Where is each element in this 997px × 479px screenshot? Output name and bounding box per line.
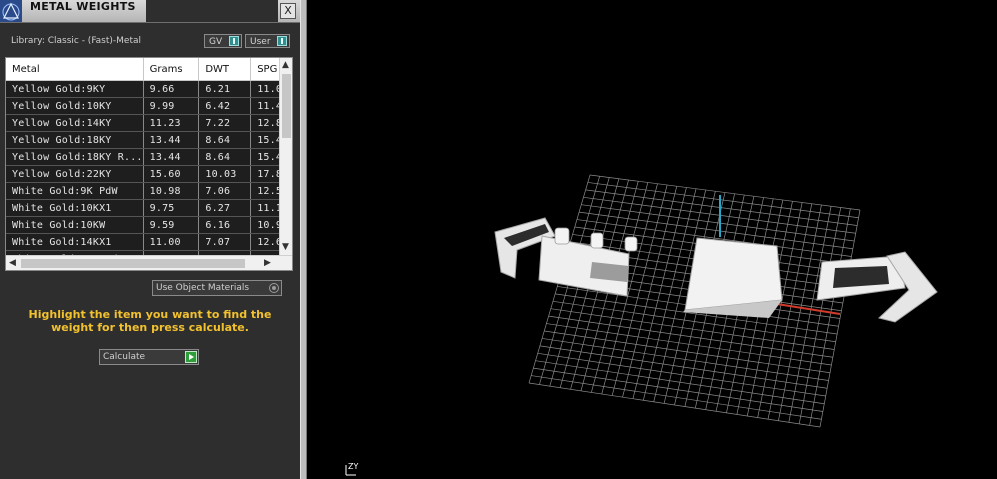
cell-metal: Yellow Gold:9KY	[6, 80, 144, 98]
use-object-materials-label: Use Object Materials	[156, 283, 250, 293]
table-row[interactable]: Yellow Gold:9KY 9.66 6.21 11.08	[6, 80, 292, 98]
center-box-part	[683, 237, 783, 318]
user-toggle-label: User	[250, 37, 271, 47]
calculate-button[interactable]: Calculate	[99, 349, 199, 365]
table-row[interactable]: White Gold:10KW 9.59 6.16 10.99	[6, 216, 292, 234]
cell-metal: Yellow Gold:22KY	[6, 165, 144, 183]
cell-metal: Yellow Gold:10KY	[6, 97, 144, 115]
calculate-label: Calculate	[103, 352, 146, 362]
user-toggle[interactable]: User	[245, 34, 290, 48]
table-row[interactable]: White Gold:9K PdW 10.98 7.06 12.59	[6, 182, 292, 200]
table-row[interactable]: White Gold:14KX1 11.00 7.07 12.61	[6, 233, 292, 251]
vertical-scroll-thumb[interactable]	[282, 74, 291, 138]
cell-metal: Yellow Gold:14KY	[6, 114, 144, 132]
use-object-materials-option[interactable]: Use Object Materials	[152, 280, 282, 296]
cell-grams: 9.66	[143, 80, 200, 98]
metal-weights-panel: METAL WEIGHTS X Library: Classic - (Fast…	[0, 0, 300, 479]
panel-splitter[interactable]	[300, 0, 307, 479]
gv-toggle-label: GV	[209, 37, 223, 47]
column-header-grams[interactable]: Grams	[143, 58, 200, 81]
cell-metal: Yellow Gold:18KY	[6, 131, 144, 149]
horizontal-scrollbar[interactable]: ◀ ▶	[6, 255, 292, 270]
cell-grams: 9.75	[143, 199, 200, 217]
table-row[interactable]: White Gold:10KX1 9.75 6.27 11.18	[6, 199, 292, 217]
3d-viewport[interactable]: ZY	[307, 0, 997, 479]
viewport-scene	[494, 174, 938, 428]
library-label: Library: Classic - (Fast)-Metal	[11, 36, 142, 46]
play-arrow-icon[interactable]	[185, 351, 197, 363]
right-clasp-part	[816, 251, 938, 323]
gv-toggle-switch-icon[interactable]	[229, 36, 239, 46]
column-header-dwt[interactable]: DWT	[198, 58, 252, 81]
cell-dwt: 6.27	[198, 199, 252, 217]
scroll-right-arrow-icon[interactable]: ▶	[264, 258, 271, 268]
table-row[interactable]: Yellow Gold:14KY 11.23 7.22 12.88	[6, 114, 292, 132]
panel-title-bar: METAL WEIGHTS X	[0, 0, 300, 23]
gv-toggle[interactable]: GV	[204, 34, 242, 48]
metal-table-grid: Metal Grams DWT SPG Yellow Gold:9KY 9.66 6…	[6, 58, 292, 268]
cell-grams: 10.98	[143, 182, 200, 200]
cell-dwt: 7.06	[198, 182, 252, 200]
app-logo-icon	[0, 0, 22, 22]
scroll-left-arrow-icon[interactable]: ◀	[9, 258, 16, 268]
table-row[interactable]: Yellow Gold:18KY 13.44 8.64 15.41	[6, 131, 292, 149]
cell-dwt: 7.22	[198, 114, 252, 132]
table-row[interactable]: Yellow Gold:22KY 15.60 10.03 17.89	[6, 165, 292, 183]
left-clasp-part	[494, 217, 638, 297]
radio-toggle-icon[interactable]	[269, 283, 279, 293]
scroll-up-arrow-icon[interactable]: ▲	[282, 60, 289, 70]
cell-dwt: 6.21	[198, 80, 252, 98]
column-header-metal[interactable]: Metal	[6, 58, 144, 81]
cell-grams: 13.44	[143, 131, 200, 149]
cell-dwt: 8.64	[198, 148, 252, 166]
horizontal-scroll-thumb[interactable]	[21, 259, 245, 268]
cell-metal: White Gold:10KX1	[6, 199, 144, 217]
panel-title: METAL WEIGHTS	[30, 0, 136, 13]
cell-grams: 11.23	[143, 114, 200, 132]
cell-metal: White Gold:10KW	[6, 216, 144, 234]
table-row[interactable]: Yellow Gold:10KY 9.99 6.42 11.45	[6, 97, 292, 115]
cell-dwt: 6.16	[198, 216, 252, 234]
cell-dwt: 7.07	[198, 233, 252, 251]
scroll-down-arrow-icon[interactable]: ▼	[282, 242, 289, 252]
cell-dwt: 8.64	[198, 131, 252, 149]
instruction-text: Highlight the item you want to find the …	[28, 308, 272, 334]
close-button[interactable]: X	[280, 3, 296, 19]
title-bar-spacer	[146, 0, 278, 22]
user-toggle-switch-icon[interactable]	[277, 36, 287, 46]
cell-dwt: 10.03	[198, 165, 252, 183]
cell-metal: Yellow Gold:18KY R...	[6, 148, 144, 166]
cell-grams: 9.99	[143, 97, 200, 115]
cell-dwt: 6.42	[198, 97, 252, 115]
cell-metal: White Gold:14KX1	[6, 233, 144, 251]
cell-grams: 11.00	[143, 233, 200, 251]
vertical-scrollbar[interactable]: ▲ ▼	[279, 58, 292, 255]
table-row[interactable]: Yellow Gold:18KY R... 13.44 8.64 15.41	[6, 148, 292, 166]
table-header-row: Metal Grams DWT SPG	[6, 58, 292, 81]
cell-grams: 9.59	[143, 216, 200, 234]
axis-orientation-label: ZY	[348, 462, 359, 471]
cell-grams: 15.60	[143, 165, 200, 183]
cell-grams: 13.44	[143, 148, 200, 166]
metal-table[interactable]: Metal Grams DWT SPG Yellow Gold:9KY 9.66 6…	[5, 57, 293, 271]
cell-metal: White Gold:9K PdW	[6, 182, 144, 200]
